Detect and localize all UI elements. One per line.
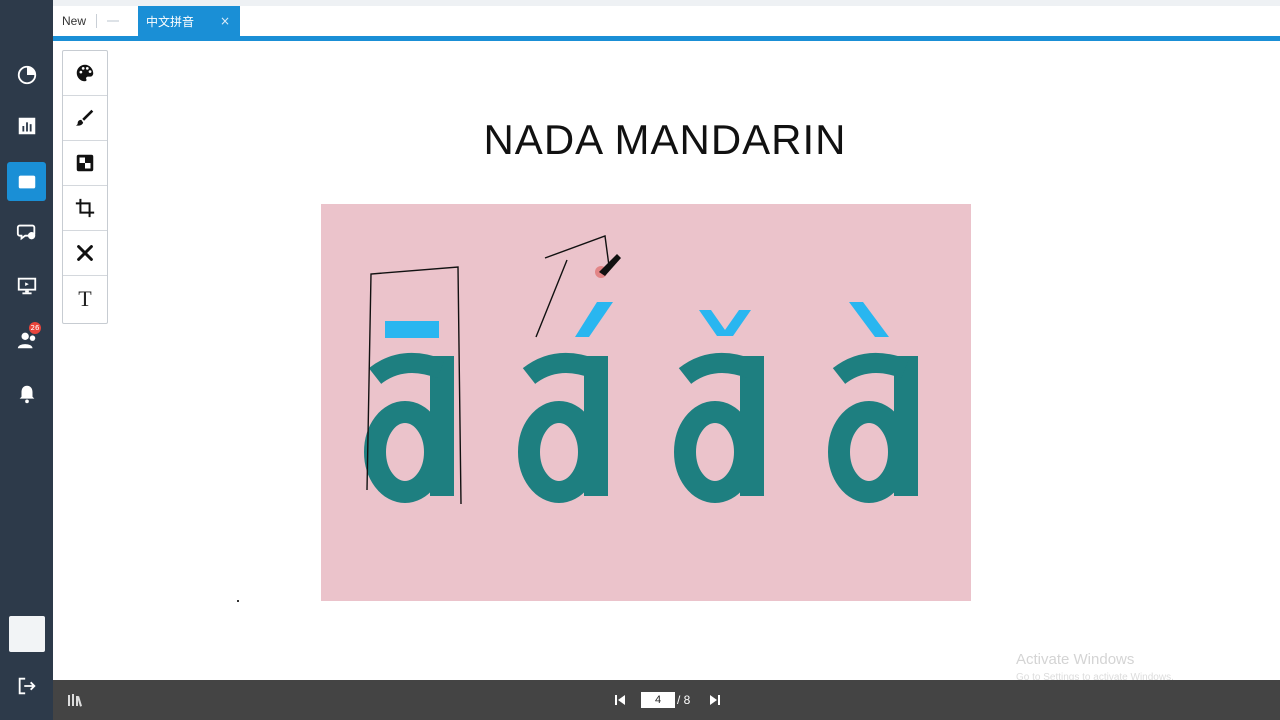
tab-chinese-pinyin[interactable]: 中文拼音 × — [138, 6, 240, 36]
letter-a-third-tone — [674, 310, 764, 503]
bar-chart-icon[interactable] — [7, 106, 46, 145]
library-icon[interactable] — [67, 692, 83, 708]
tab-new[interactable]: New — [53, 6, 137, 36]
palette-icon[interactable] — [63, 51, 107, 96]
brush-icon[interactable] — [63, 96, 107, 141]
participants-badge: 26 — [29, 322, 41, 334]
tab-ghost-placeholder — [107, 20, 120, 22]
stray-mark — [237, 600, 239, 602]
third-tone-mark — [699, 310, 751, 336]
page-total: / 8 — [677, 693, 691, 707]
left-sidebar: 26 — [0, 0, 53, 720]
tab-new-label: New — [62, 14, 87, 28]
second-tone-mark — [575, 302, 613, 337]
crop-icon[interactable] — [63, 186, 107, 231]
screen-share-icon[interactable] — [7, 266, 46, 305]
first-tone-mark — [385, 321, 439, 338]
slide-canvas[interactable] — [321, 204, 971, 601]
pinyin-tones-illustration — [364, 235, 918, 505]
windows-activation-watermark: Activate Windows Go to Settings to activ… — [1016, 651, 1174, 683]
participants-icon[interactable]: 26 — [7, 320, 46, 359]
text-tool-label: T — [78, 285, 92, 311]
tab-bar-underline — [53, 36, 1280, 41]
tab-separator — [96, 14, 98, 28]
chat-icon[interactable] — [7, 212, 46, 251]
letter-a-first-tone — [364, 321, 454, 503]
bottom-bar: / 8 — [53, 680, 1280, 720]
whiteboard-icon[interactable] — [7, 162, 46, 201]
tab-close-icon[interactable]: × — [220, 14, 230, 28]
tab-active-label: 中文拼音 — [146, 14, 195, 29]
text-icon[interactable]: T — [63, 276, 107, 321]
slide-title: NADA MANDARIN — [483, 116, 847, 163]
watermark-line-1: Activate Windows — [1016, 651, 1135, 668]
fill-icon[interactable] — [63, 141, 107, 186]
sidebar-blank-button[interactable] — [9, 616, 45, 652]
fourth-tone-mark — [849, 302, 889, 337]
page-navigator: / 8 — [613, 680, 722, 720]
drawing-toolbar: T — [62, 50, 108, 324]
last-page-icon[interactable] — [708, 693, 722, 707]
close-icon[interactable] — [63, 231, 107, 276]
logout-icon[interactable] — [7, 666, 46, 705]
letter-a-fourth-tone — [828, 302, 918, 503]
pie-chart-icon[interactable] — [7, 55, 46, 94]
page-number-input[interactable] — [641, 692, 675, 708]
bell-icon[interactable] — [7, 374, 46, 413]
letter-a-second-tone — [518, 302, 613, 503]
tab-bar: New 中文拼音 × — [53, 0, 1280, 42]
first-page-icon[interactable] — [613, 693, 627, 707]
